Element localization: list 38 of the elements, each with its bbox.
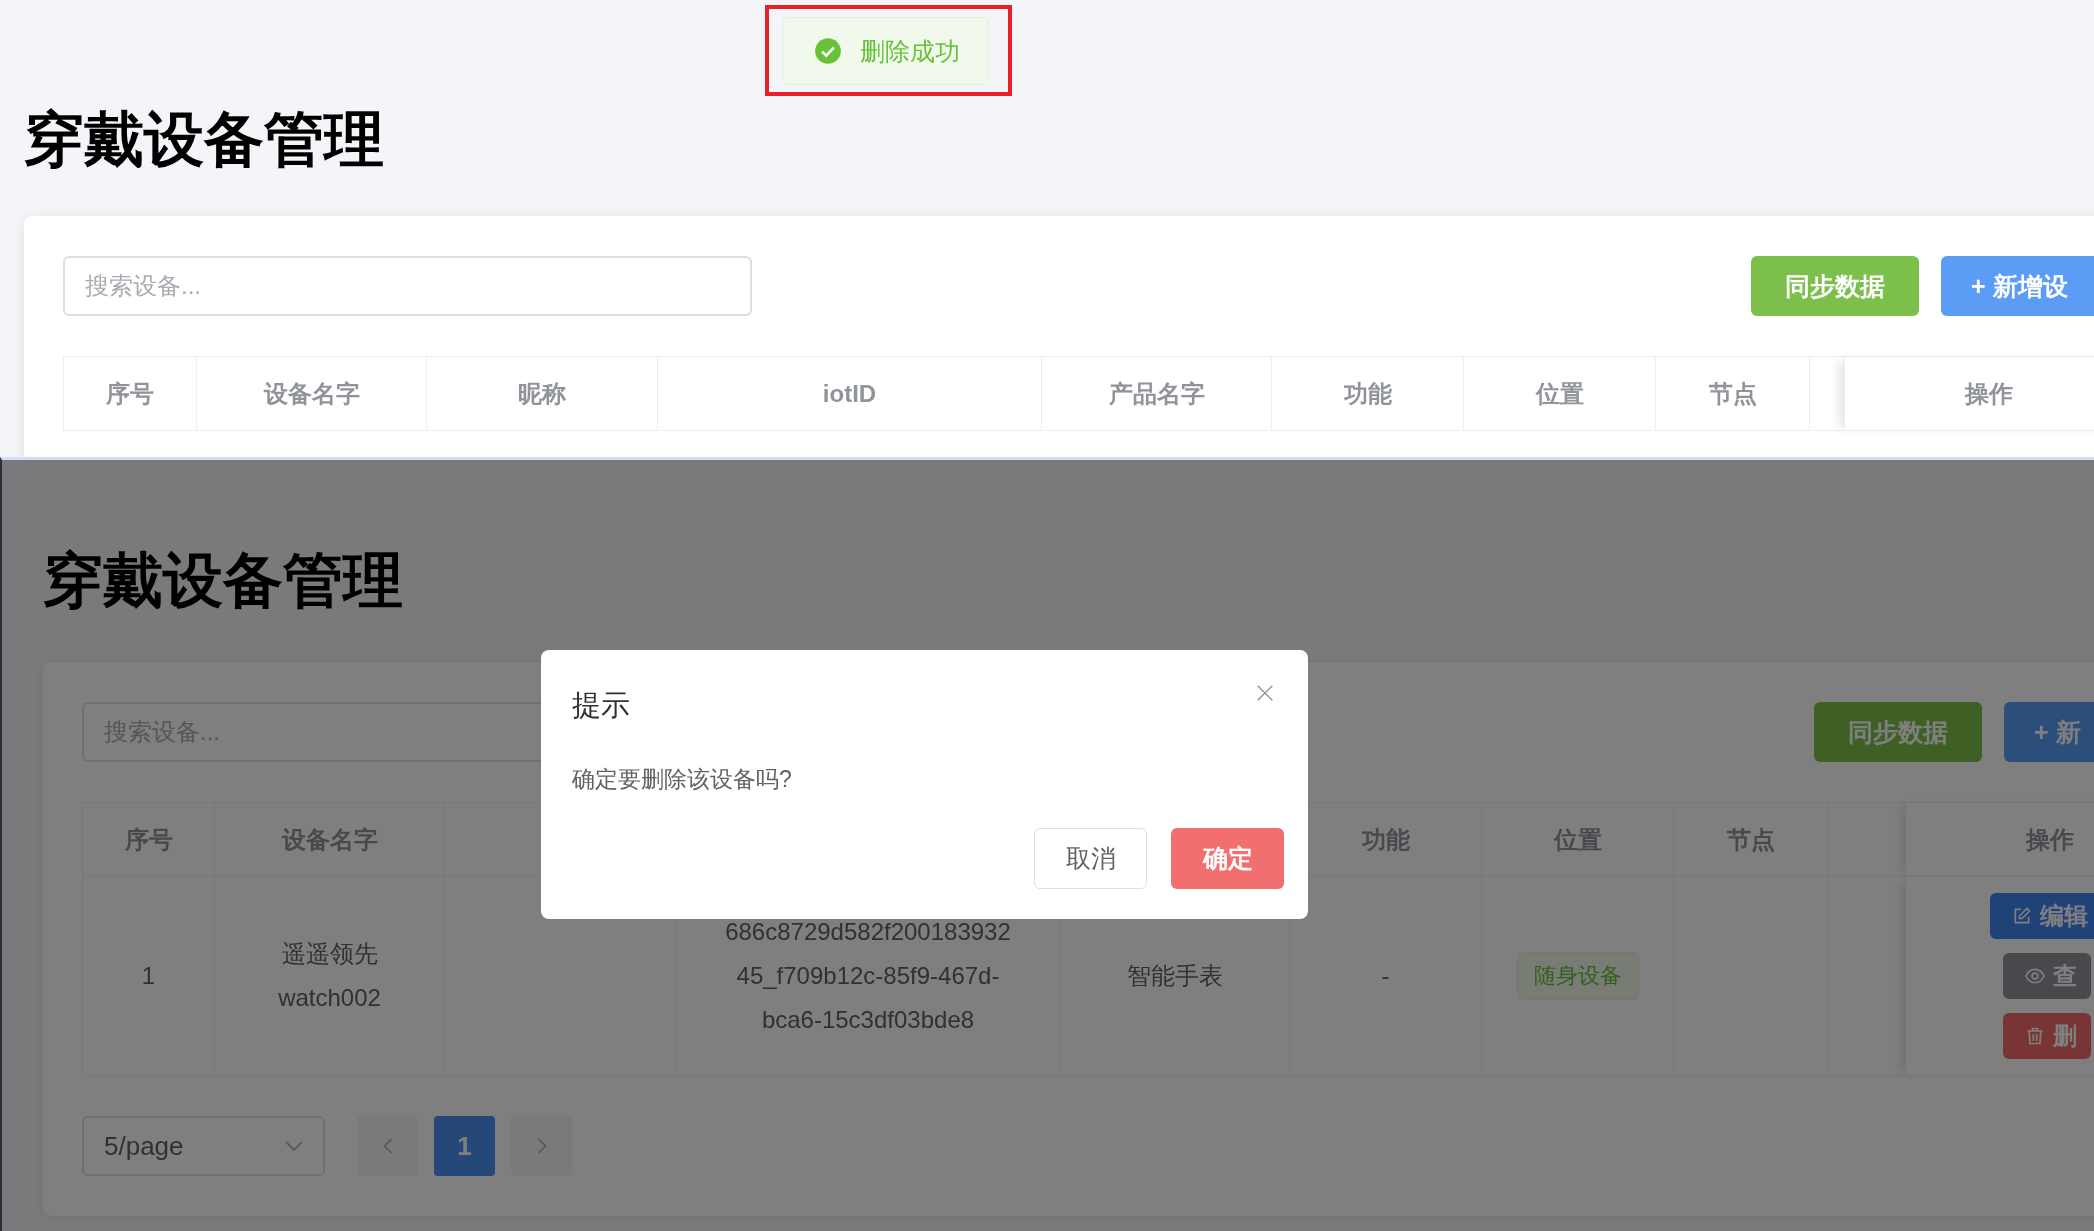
table-header-cell: 产品名字	[1042, 357, 1272, 431]
table-header-cell: 昵称	[427, 357, 658, 431]
close-button[interactable]	[1254, 682, 1276, 704]
add-button[interactable]: + 新	[2004, 702, 2094, 762]
trash-icon	[2025, 1026, 2045, 1046]
confirm-button[interactable]: 确定	[1171, 828, 1284, 889]
search-field[interactable]: 搜索设备...	[63, 256, 752, 316]
chevron-down-icon	[285, 1141, 303, 1151]
cancel-button[interactable]: 取消	[1034, 828, 1147, 889]
chevron-right-icon	[536, 1138, 547, 1154]
table-header-cell: 节点	[1656, 357, 1810, 431]
next-page-button[interactable]	[511, 1116, 572, 1176]
dialog-message: 确定要删除该设备吗?	[572, 765, 793, 794]
sync-button[interactable]: 同步数据	[1814, 702, 1982, 762]
page-title: 穿戴设备管理	[43, 546, 404, 616]
page-size-select[interactable]: 5/page	[82, 1116, 325, 1176]
page-button[interactable]: 1	[434, 1116, 495, 1176]
eye-icon	[2025, 966, 2045, 986]
location-tag: 随身设备	[1516, 952, 1639, 1000]
check-circle-icon	[814, 37, 842, 65]
edit-button[interactable]: 编辑	[1990, 893, 2094, 939]
chevron-left-icon	[382, 1138, 393, 1154]
table-cell: 1	[83, 877, 215, 1076]
toast-text: 删除成功	[860, 35, 960, 67]
page-title: 穿戴设备管理	[24, 105, 385, 175]
table-header-cell: 设备名字	[197, 357, 427, 431]
table-header-cell: 操作	[1844, 357, 2094, 431]
add-button[interactable]: + 新增设	[1941, 256, 2094, 316]
edit-icon	[2012, 906, 2032, 926]
delete-button[interactable]: 删	[2003, 1013, 2091, 1059]
table-header-cell: 功能	[1272, 357, 1464, 431]
close-icon	[1254, 682, 1276, 704]
previous-page-button[interactable]	[357, 1116, 418, 1176]
table-header-cell: iotID	[658, 357, 1042, 431]
table-header-cell: 序号	[64, 357, 197, 431]
table-header-cell: 位置	[1464, 357, 1656, 431]
sync-button[interactable]: 同步数据	[1751, 256, 1919, 316]
table-cell: 遥遥领先watch002	[215, 877, 445, 1076]
